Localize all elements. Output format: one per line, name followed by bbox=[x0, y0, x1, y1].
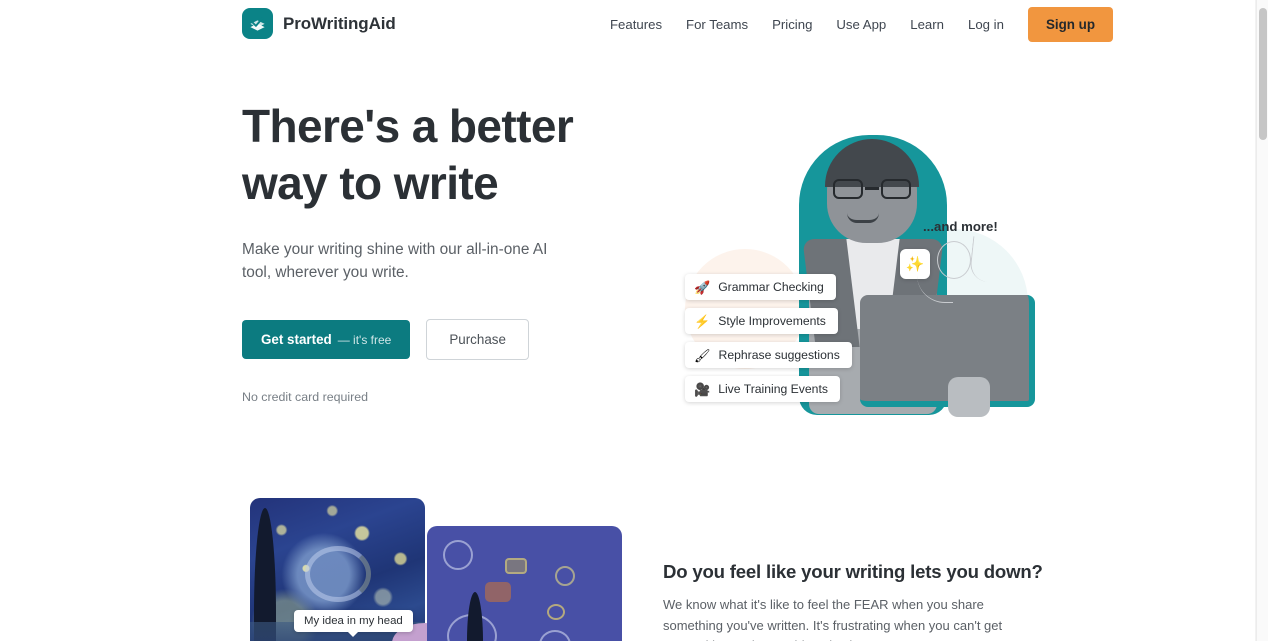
writing-lets-you-down-section: My idea in my head Do you feel like your… bbox=[0, 479, 1256, 641]
my-idea-in-my-head-label: My idea in my head bbox=[294, 610, 413, 637]
brand-name: ProWritingAid bbox=[283, 13, 396, 33]
person-hand bbox=[948, 377, 990, 417]
hero-copy: There's a better way to write Make your … bbox=[242, 98, 642, 404]
vertical-scrollbar[interactable] bbox=[1256, 0, 1268, 641]
feature-card-list: 🚀 Grammar Checking ⚡ Style Improvements … bbox=[685, 274, 885, 410]
feature-card-label: Rephrase suggestions bbox=[718, 348, 840, 362]
hero-title: There's a better way to write bbox=[242, 100, 574, 209]
nav-item-for-teams[interactable]: For Teams bbox=[674, 11, 760, 38]
feature-card-label: Live Training Events bbox=[718, 382, 828, 396]
movie-camera-icon: 🎥 bbox=[694, 381, 711, 397]
feature-card-label: Grammar Checking bbox=[718, 280, 824, 294]
site-header: ProWritingAid Features For Teams Pricing… bbox=[0, 0, 1256, 49]
simplified-starry-night-image bbox=[427, 526, 622, 641]
feature-card-style-improvements: ⚡ Style Improvements bbox=[685, 308, 838, 334]
no-credit-card-note: No credit card required bbox=[242, 390, 369, 404]
lower-section-body: We know what it's like to feel the FEAR … bbox=[663, 597, 1003, 641]
hero-illustration: ✨ ...and more! 🚀 Grammar Checking ⚡ Styl… bbox=[655, 109, 1035, 439]
feature-card-live-training-events: 🎥 Live Training Events bbox=[685, 376, 840, 402]
brand-logo[interactable]: ProWritingAid bbox=[242, 8, 396, 39]
swirl-shape bbox=[305, 546, 371, 602]
rocket-icon: 🚀 bbox=[694, 279, 711, 295]
lightning-bolt-icon: ⚡ bbox=[694, 313, 711, 329]
starry-night-comparison-images: My idea in my head bbox=[242, 498, 622, 641]
scrollbar-thumb[interactable] bbox=[1259, 8, 1267, 140]
nav-item-features[interactable]: Features bbox=[598, 11, 674, 38]
feature-card-rephrase-suggestions: 🖌 Rephrase suggestions bbox=[685, 342, 852, 368]
nav-item-log-in[interactable]: Log in bbox=[956, 11, 1016, 38]
purchase-button[interactable]: Purchase bbox=[426, 319, 529, 360]
person-smile bbox=[847, 213, 879, 223]
page-root: ProWritingAid Features For Teams Pricing… bbox=[0, 0, 1268, 641]
nav-item-use-app[interactable]: Use App bbox=[824, 11, 898, 38]
hero-subtitle: Make your writing shine with our all-in-… bbox=[242, 241, 548, 281]
hero-cta-group: Get started — it's free Purchase bbox=[242, 319, 642, 360]
hero-section: There's a better way to write Make your … bbox=[0, 49, 1256, 479]
and-more-label: ...and more! bbox=[923, 219, 998, 234]
stacked-books-check-icon bbox=[242, 8, 273, 39]
nav-item-pricing[interactable]: Pricing bbox=[760, 11, 824, 38]
feature-card-grammar-checking: 🚀 Grammar Checking bbox=[685, 274, 836, 300]
lower-section-copy: Do you feel like your writing lets you d… bbox=[663, 561, 1043, 641]
get-started-button[interactable]: Get started — it's free bbox=[242, 320, 411, 359]
sign-up-button[interactable]: Sign up bbox=[1027, 7, 1114, 42]
feature-card-label: Style Improvements bbox=[718, 314, 826, 328]
get-started-sublabel: — it's free bbox=[337, 333, 392, 347]
paintbrush-icon: 🖌 bbox=[694, 347, 711, 363]
lower-section-title: Do you feel like your writing lets you d… bbox=[663, 561, 1043, 582]
balloon-icon bbox=[937, 241, 971, 279]
main-navigation: Features For Teams Pricing Use App Learn… bbox=[598, 0, 1114, 49]
glasses-icon bbox=[833, 179, 911, 199]
nav-item-learn[interactable]: Learn bbox=[898, 11, 956, 38]
get-started-label: Get started bbox=[261, 332, 332, 347]
